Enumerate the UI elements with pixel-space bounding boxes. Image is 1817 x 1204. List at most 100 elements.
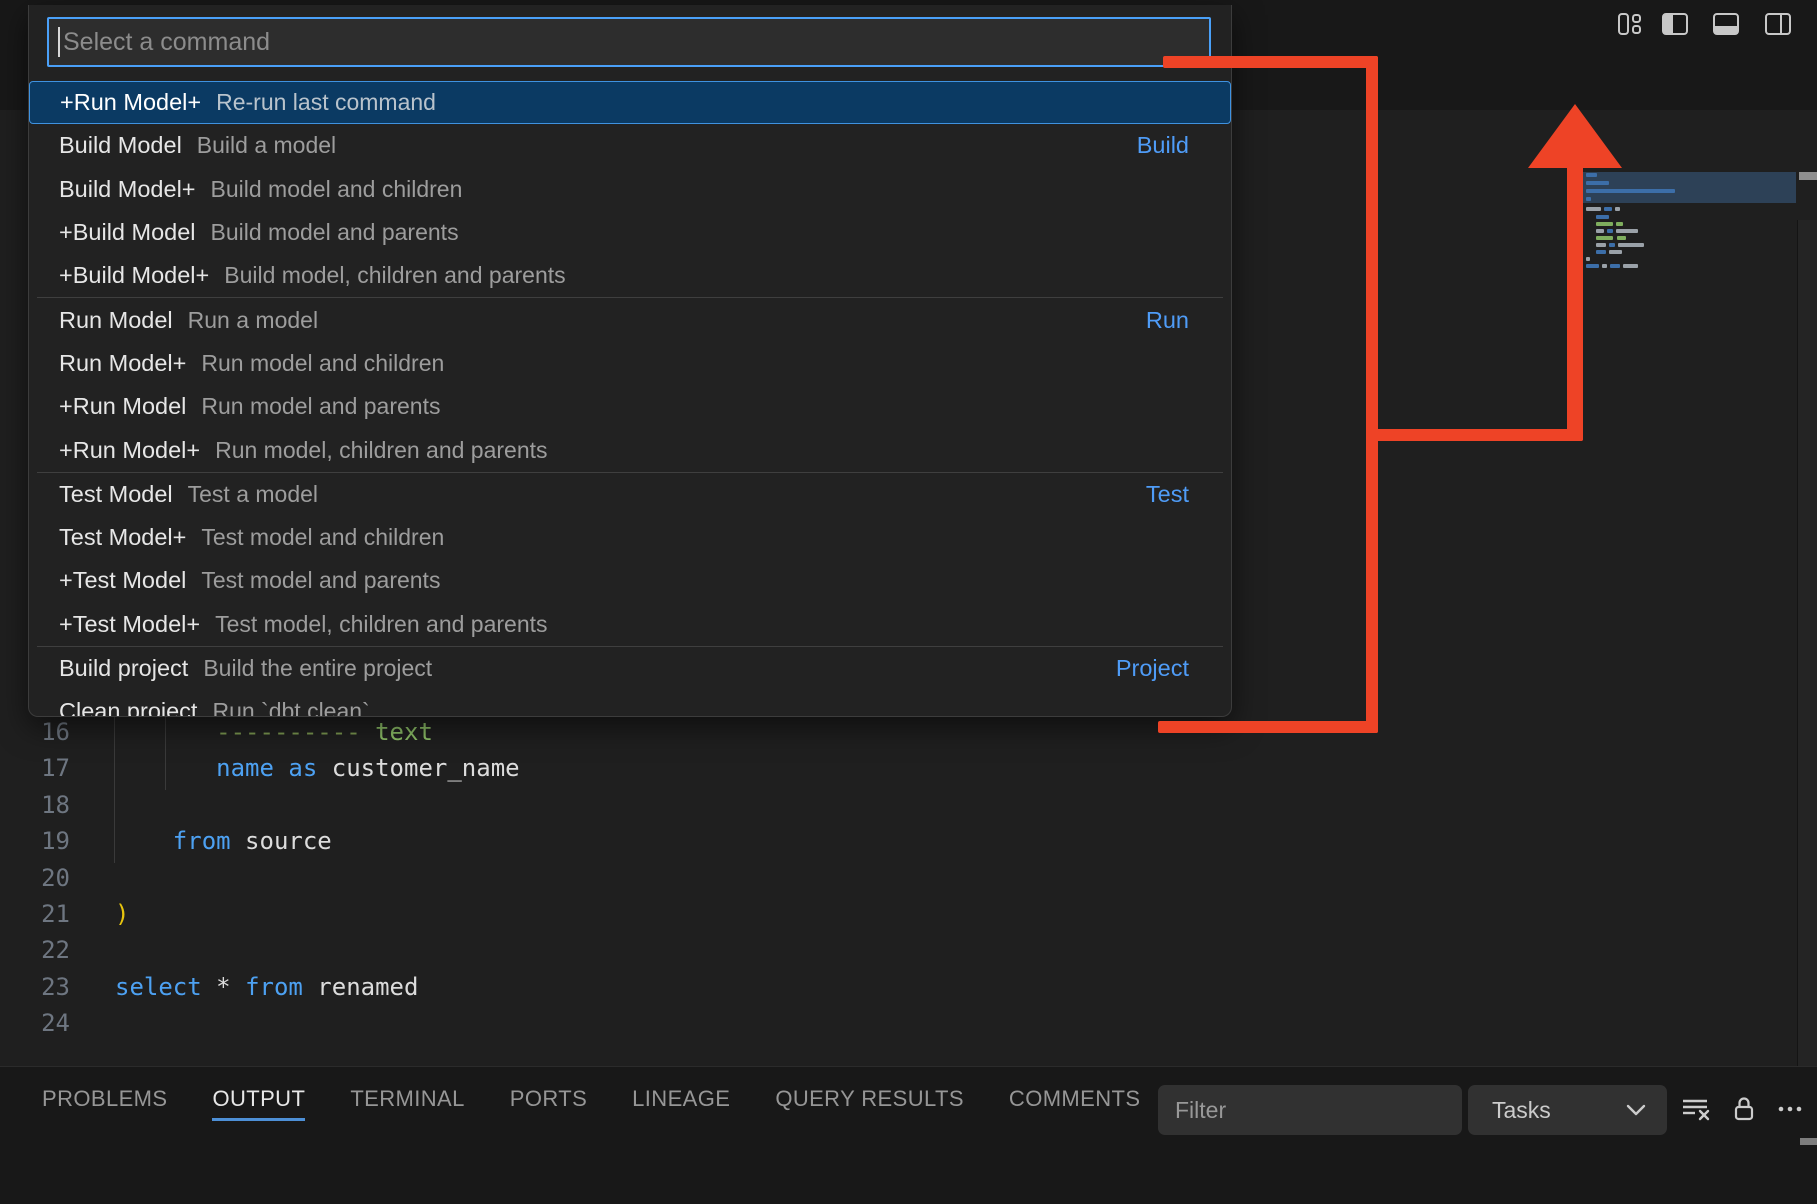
command-item[interactable]: Build Model+Build model and children — [29, 168, 1231, 211]
minimap-line — [1596, 222, 1613, 226]
command-label: +Run Model — [59, 393, 186, 420]
panel-tab-bar: PROBLEMS OUTPUT TERMINAL PORTS LINEAGE QUERY … — [42, 1086, 1140, 1121]
minimap-line — [1586, 189, 1675, 193]
minimap-line — [1618, 243, 1644, 247]
minimap-line — [1596, 243, 1606, 247]
editor-scrollbar-thumb[interactable] — [1799, 172, 1817, 180]
indent-guide — [165, 714, 166, 790]
editor-scrollbar[interactable] — [1797, 220, 1817, 1176]
command-label: Run Model — [59, 307, 173, 334]
command-item[interactable]: +Build ModelBuild model and parents — [29, 211, 1231, 254]
code-line[interactable]: ) — [115, 896, 129, 932]
line-number: 20 — [0, 860, 70, 896]
panel-tab-terminal[interactable]: TERMINAL — [350, 1086, 464, 1121]
code-token: customer_name — [317, 754, 519, 782]
command-label: +Run Model+ — [59, 437, 200, 464]
minimap-line — [1616, 229, 1638, 233]
minimap-line — [1623, 264, 1638, 268]
command-item[interactable]: +Run Model+Re-run last command — [29, 81, 1231, 124]
filter-input[interactable]: Filter — [1158, 1085, 1462, 1135]
lock-panel-button[interactable] — [1724, 1089, 1764, 1129]
minimap-line — [1617, 236, 1626, 240]
panel-more-actions-button[interactable] — [1770, 1089, 1810, 1129]
command-item[interactable]: +Run Model Run model and parents — [29, 385, 1231, 428]
code-line[interactable]: name as customer_name — [115, 750, 520, 786]
command-item[interactable]: +Build Model+Build model, children and p… — [29, 254, 1231, 297]
panel-tab-output[interactable]: OUTPUT — [212, 1086, 305, 1121]
minimap-line — [1609, 250, 1622, 254]
lock-icon — [1730, 1094, 1758, 1124]
ellipsis-icon — [1775, 1094, 1805, 1124]
code-line[interactable]: ---------- text — [115, 714, 433, 750]
minimap-line — [1596, 236, 1613, 240]
command-label: Build project — [59, 655, 188, 682]
command-category-badge: Run — [1146, 307, 1189, 334]
code-token: ---------- — [115, 718, 375, 746]
command-input-placeholder: Select a command — [63, 28, 270, 57]
command-item[interactable]: +Test ModelTest model and parents — [29, 559, 1231, 602]
panel-tab-lineage[interactable]: LINEAGE — [632, 1086, 730, 1121]
code-token — [115, 827, 173, 855]
minimap-line — [1596, 229, 1604, 233]
code-token: select — [115, 973, 202, 1001]
command-description: Build model and parents — [211, 219, 459, 246]
command-description: Run model, children and parents — [215, 437, 547, 464]
code-token: text — [375, 718, 433, 746]
toggle-primary-sidebar-icon[interactable] — [1662, 11, 1688, 37]
tasks-dropdown[interactable]: Tasks — [1468, 1085, 1667, 1135]
text-caret — [58, 27, 60, 57]
panel-tab-query-results[interactable]: QUERY RESULTS — [775, 1086, 964, 1121]
command-label: Test Model — [59, 481, 173, 508]
line-number: 22 — [0, 932, 70, 968]
command-description: Test model and children — [201, 524, 444, 551]
command-description: Test model and parents — [201, 567, 440, 594]
annotation-arrowhead-icon — [1528, 104, 1622, 168]
command-item[interactable]: Run ModelRun a modelRun — [29, 298, 1231, 341]
command-input[interactable]: Select a command — [47, 17, 1211, 67]
minimap-line — [1602, 264, 1607, 268]
filter-placeholder: Filter — [1175, 1097, 1226, 1124]
panel-tab-ports[interactable]: PORTS — [510, 1086, 587, 1121]
minimap-line — [1615, 207, 1620, 211]
command-item[interactable]: +Test Model+Test model, children and par… — [29, 603, 1231, 646]
minimap-viewport[interactable] — [1582, 172, 1796, 203]
command-palette: Select a command +Run Model+Re-run last … — [28, 5, 1232, 717]
minimap-line — [1610, 264, 1620, 268]
command-description: Run model and parents — [201, 393, 440, 420]
command-item[interactable]: Run Model+Run model and children — [29, 342, 1231, 385]
command-item[interactable]: +Run Model+ Run model, children and paren… — [29, 428, 1231, 471]
command-item[interactable]: Test Model+Test model and children — [29, 516, 1231, 559]
customize-layout-icon[interactable] — [1617, 11, 1643, 37]
minimap-line — [1586, 173, 1597, 177]
toggle-secondary-sidebar-icon[interactable] — [1765, 11, 1791, 37]
code-token: from — [245, 973, 303, 1001]
toggle-panel-icon[interactable] — [1713, 11, 1739, 37]
command-item[interactable]: Test Model Test a model Test — [29, 473, 1231, 516]
code-line[interactable]: from source — [115, 823, 332, 859]
panel-tab-comments[interactable]: COMMENTS — [1009, 1086, 1141, 1121]
tasks-dropdown-label: Tasks — [1492, 1097, 1551, 1124]
command-description: Build model and children — [211, 176, 463, 203]
command-description: Run `dbt clean` — [212, 698, 369, 717]
command-list: +Run Model+Re-run last commandBuild Mode… — [29, 81, 1231, 717]
command-label: +Build Model+ — [59, 262, 209, 289]
code-token: as — [288, 754, 317, 782]
command-description: Test a model — [188, 481, 318, 508]
command-item[interactable]: Build ModelBuild a modelBuild — [29, 124, 1231, 167]
command-description: Build a model — [197, 132, 336, 159]
clear-output-button[interactable] — [1676, 1089, 1716, 1129]
code-token: renamed — [303, 973, 419, 1001]
line-number: 18 — [0, 787, 70, 823]
chevron-down-icon — [1623, 1102, 1649, 1118]
code-line[interactable]: select * from renamed — [115, 969, 418, 1005]
panel-tab-problems[interactable]: PROBLEMS — [42, 1086, 167, 1121]
command-item[interactable]: Clean projectRun `dbt clean` — [29, 690, 1231, 717]
code-token: ) — [115, 900, 129, 928]
command-item[interactable]: Build projectBuild the entire projectPro… — [29, 647, 1231, 690]
line-number: 19 — [0, 823, 70, 859]
minimap-line — [1586, 257, 1590, 261]
minimap-line — [1596, 250, 1606, 254]
annotation-line-top — [1163, 56, 1378, 68]
panel-scrollbar-thumb[interactable] — [1800, 1138, 1817, 1145]
command-category-badge: Test — [1146, 481, 1189, 508]
